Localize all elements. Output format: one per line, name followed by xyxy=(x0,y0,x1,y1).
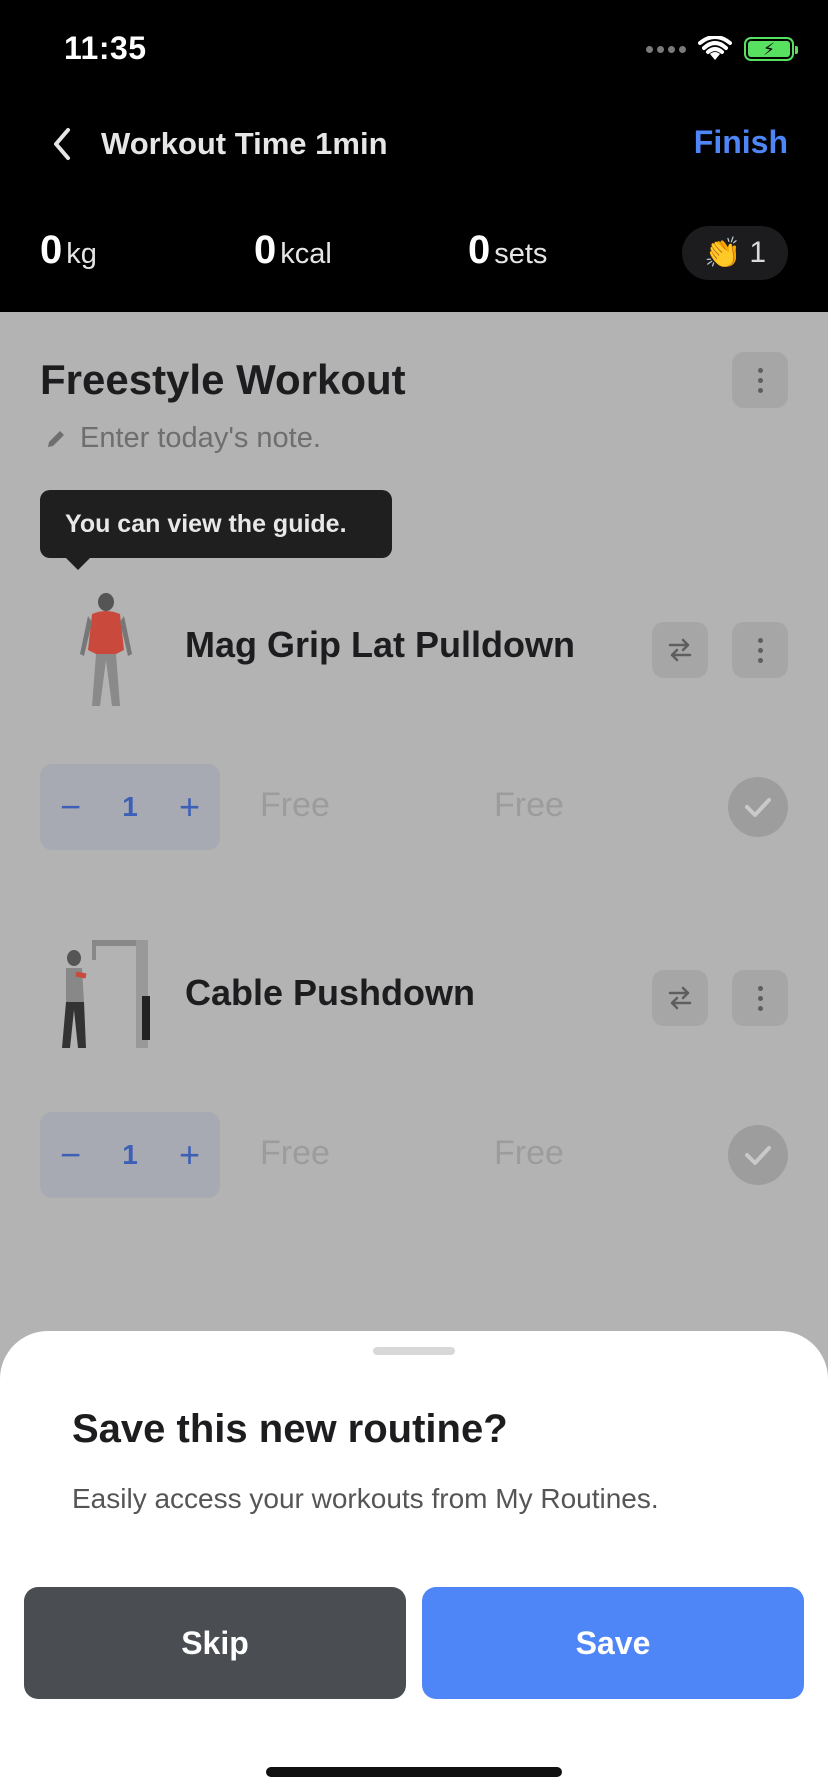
stat-weight: 0 kg xyxy=(40,228,97,273)
decrement-button[interactable]: − xyxy=(60,1134,81,1176)
wifi-icon xyxy=(698,36,732,60)
complete-set-button[interactable] xyxy=(728,777,788,837)
stat-sets-value: 0 xyxy=(468,228,491,272)
check-icon xyxy=(745,1146,771,1165)
set-row: − 1 + Free Free xyxy=(0,1112,828,1198)
exercise-name[interactable]: Mag Grip Lat Pulldown xyxy=(185,624,575,666)
stat-sets: 0 sets xyxy=(468,228,547,273)
finish-button[interactable]: Finish xyxy=(694,124,788,161)
weight-input[interactable]: Free xyxy=(260,786,330,825)
pencil-icon xyxy=(48,430,64,447)
stat-calories-unit: kcal xyxy=(280,238,332,270)
reps-input[interactable]: Free xyxy=(494,786,564,825)
set-count: 1 xyxy=(122,791,138,822)
check-icon xyxy=(745,798,771,817)
clap-icon: 👏 xyxy=(703,236,742,270)
battery-icon: ⚡ xyxy=(744,37,798,61)
decrement-button[interactable]: − xyxy=(60,786,81,828)
signal-icon xyxy=(646,45,686,53)
weight-input[interactable]: Free xyxy=(260,1134,330,1173)
guide-tooltip: You can view the guide. xyxy=(40,490,392,570)
exercise-guide-image[interactable] xyxy=(52,936,162,1060)
clap-count: 1 xyxy=(749,236,767,269)
swap-icon xyxy=(668,986,692,1010)
exercise-more-button[interactable] xyxy=(732,970,788,1026)
sheet-description: Easily access your workouts from My Rout… xyxy=(72,1483,659,1514)
workout-time-title: Workout Time 1min xyxy=(101,126,388,161)
save-routine-sheet: Save this new routine? Easily access you… xyxy=(0,1331,828,1792)
set-stepper: − 1 + xyxy=(40,764,220,850)
sheet-title: Save this new routine? xyxy=(72,1407,508,1451)
home-indicator xyxy=(266,1767,562,1777)
exercise-item[interactable]: Mag Grip Lat Pulldown xyxy=(0,580,828,720)
clap-button[interactable]: 👏 1 xyxy=(682,226,788,280)
nav-bar: Workout Time 1min Finish xyxy=(0,110,828,180)
skip-button[interactable]: Skip xyxy=(24,1587,406,1699)
exercise-guide-image[interactable] xyxy=(52,588,162,712)
workout-more-button[interactable] xyxy=(732,352,788,408)
sheet-handle[interactable] xyxy=(373,1347,455,1355)
swap-exercise-button[interactable] xyxy=(652,622,708,678)
status-time: 11:35 xyxy=(64,30,147,66)
exercise-name[interactable]: Cable Pushdown xyxy=(185,972,475,1014)
note-placeholder: Enter today's note. xyxy=(80,422,321,454)
exercise-item[interactable]: Cable Pushdown xyxy=(0,928,828,1068)
set-stepper: − 1 + xyxy=(40,1112,220,1198)
stat-weight-unit: kg xyxy=(66,238,97,270)
increment-button[interactable]: + xyxy=(179,786,200,828)
status-icons: ⚡ xyxy=(646,36,798,62)
stat-calories-value: 0 xyxy=(254,228,277,272)
note-field[interactable]: Enter today's note. xyxy=(44,422,321,455)
back-icon[interactable] xyxy=(46,124,80,164)
more-icon xyxy=(757,637,763,663)
stat-weight-value: 0 xyxy=(40,228,63,272)
exercise-more-button[interactable] xyxy=(732,622,788,678)
more-icon xyxy=(757,367,763,393)
complete-set-button[interactable] xyxy=(728,1125,788,1185)
more-icon xyxy=(757,985,763,1011)
set-row: − 1 + Free Free xyxy=(0,764,828,850)
stat-sets-unit: sets xyxy=(494,238,548,270)
swap-exercise-button[interactable] xyxy=(652,970,708,1026)
swap-icon xyxy=(668,638,692,662)
save-button[interactable]: Save xyxy=(422,1587,804,1699)
set-count: 1 xyxy=(122,1139,138,1170)
workout-title: Freestyle Workout xyxy=(40,356,406,403)
reps-input[interactable]: Free xyxy=(494,1134,564,1173)
stat-calories: 0 kcal xyxy=(254,228,332,273)
increment-button[interactable]: + xyxy=(179,1134,200,1176)
stats-bar: 0 kg 0 kcal 0 sets 👏 1 xyxy=(0,222,828,282)
header: 11:35 ⚡ Workout Time 1min Finish 0 kg 0 … xyxy=(0,0,828,312)
